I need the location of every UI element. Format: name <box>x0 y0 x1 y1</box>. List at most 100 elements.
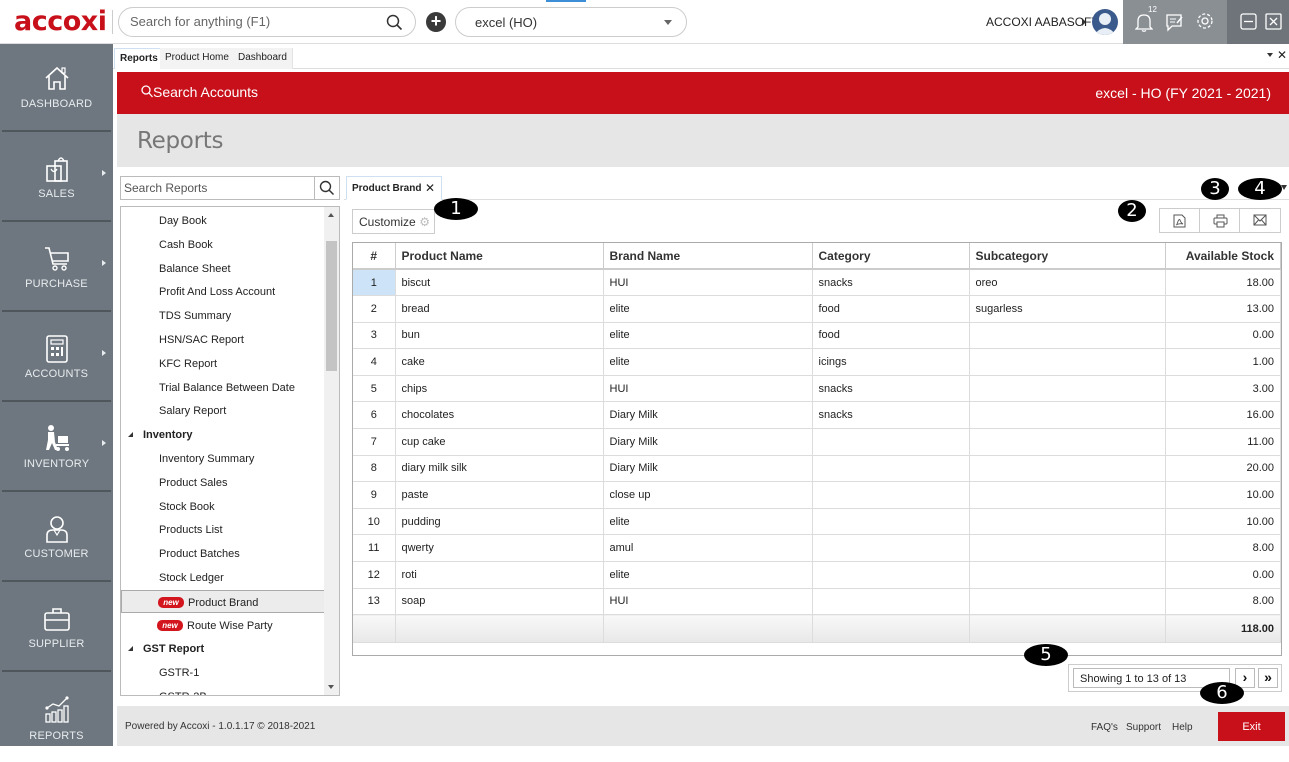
available-stock-cell[interactable]: 13.00 <box>1165 295 1281 323</box>
tree-item[interactable]: Balance Sheet <box>121 257 325 280</box>
tree-scrollbar[interactable] <box>324 207 339 695</box>
table-row[interactable]: 12 roti elite 0.00 <box>353 561 1281 589</box>
add-new-button[interactable]: + <box>426 12 446 32</box>
sidebar-item-supplier[interactable]: SUPPLIER <box>2 584 111 672</box>
available-stock-cell[interactable]: 10.00 <box>1165 481 1281 509</box>
row-index[interactable]: 2 <box>353 295 396 323</box>
brand-name-cell[interactable]: amul <box>603 534 813 563</box>
row-index[interactable]: 3 <box>353 322 396 350</box>
column-header-subcategory[interactable]: Subcategory <box>969 243 1166 270</box>
category-cell[interactable]: snacks <box>812 269 970 297</box>
scroll-thumb[interactable] <box>326 241 337 371</box>
table-row[interactable]: 8 diary milk silk Diary Milk 20.00 <box>353 455 1281 483</box>
category-cell[interactable]: food <box>812 295 970 323</box>
column-header-available-stock[interactable]: Available Stock <box>1165 243 1281 270</box>
product-name-cell[interactable]: chips <box>395 375 604 403</box>
table-row[interactable]: 13 soap HUI 8.00 <box>353 588 1281 616</box>
sidebar-item-purchase[interactable]: PURCHASE <box>2 224 111 312</box>
tree-item[interactable]: GSTR-2B <box>121 685 325 695</box>
brand-name-cell[interactable]: elite <box>603 322 813 350</box>
column-header-brand-name[interactable]: Brand Name <box>603 243 813 270</box>
tree-item[interactable]: Stock Book <box>121 495 325 518</box>
tree-item[interactable]: new Product Brand <box>121 589 325 613</box>
tree-item[interactable]: KFC Report <box>121 352 325 375</box>
available-stock-cell[interactable]: 0.00 <box>1165 561 1281 589</box>
brand-name-cell[interactable]: elite <box>603 561 813 589</box>
table-row[interactable]: 5 chips HUI snacks 3.00 <box>353 375 1281 403</box>
minimize-icon[interactable] <box>1240 13 1257 30</box>
branch-select[interactable]: excel (HO) <box>455 7 687 37</box>
subcategory-cell[interactable] <box>969 348 1166 376</box>
table-row[interactable]: 11 qwerty amul 8.00 <box>353 534 1281 563</box>
sidebar-item-accounts[interactable]: ACCOUNTS <box>2 314 111 402</box>
tree-item[interactable]: Inventory Summary <box>121 447 325 470</box>
tree-item[interactable]: Stock Ledger <box>121 566 325 589</box>
available-stock-cell[interactable]: 1.00 <box>1165 348 1281 376</box>
product-name-cell[interactable]: cake <box>395 348 604 376</box>
row-index[interactable]: 8 <box>353 455 396 483</box>
row-index[interactable]: 7 <box>353 428 396 456</box>
row-index[interactable]: 13 <box>353 588 396 616</box>
tree-item[interactable]: Cash Book <box>121 233 325 256</box>
available-stock-cell[interactable]: 20.00 <box>1165 455 1281 483</box>
sidebar-item-sales[interactable]: SALES <box>2 134 111 222</box>
close-icon[interactable]: ✕ <box>1277 48 1287 62</box>
tree-item[interactable]: Profit And Loss Account <box>121 280 325 303</box>
tab-dashboard[interactable]: Dashboard <box>233 48 293 69</box>
available-stock-cell[interactable]: 8.00 <box>1165 588 1281 616</box>
column-header-index[interactable]: # <box>353 243 396 270</box>
print-button[interactable] <box>1200 209 1240 232</box>
tree-item[interactable]: GSTR-1 <box>121 661 325 684</box>
table-row[interactable]: 4 cake elite icings 1.00 <box>353 348 1281 376</box>
category-cell[interactable]: icings <box>812 348 970 376</box>
sidebar-item-inventory[interactable]: INVENTORY <box>2 404 111 492</box>
tree-item[interactable]: HSN/SAC Report <box>121 328 325 351</box>
subcategory-cell[interactable] <box>969 401 1166 430</box>
product-name-cell[interactable]: bread <box>395 295 604 323</box>
brand-name-cell[interactable]: HUI <box>603 269 813 297</box>
sidebar-item-customer[interactable]: CUSTOMER <box>2 494 111 582</box>
available-stock-cell[interactable]: 8.00 <box>1165 534 1281 563</box>
scroll-down-icon[interactable] <box>328 685 334 689</box>
tree-item[interactable]: Salary Report <box>121 399 325 422</box>
available-stock-cell[interactable]: 18.00 <box>1165 269 1281 297</box>
scroll-up-icon[interactable] <box>328 213 334 217</box>
accoxi-logo[interactable]: accoxi <box>14 6 107 37</box>
subcategory-cell[interactable] <box>969 375 1166 403</box>
report-tab-product-brand[interactable]: Product Brand ✕ <box>346 176 442 200</box>
tree-item[interactable]: Trial Balance Between Date <box>121 376 325 399</box>
export-pdf-button[interactable] <box>1160 209 1200 232</box>
bell-icon[interactable] <box>1135 12 1153 32</box>
subcategory-cell[interactable] <box>969 455 1166 483</box>
search-accounts-link[interactable]: Search Accounts <box>141 84 258 100</box>
row-index[interactable]: 11 <box>353 534 396 563</box>
table-row[interactable]: 2 bread elite food sugarless 13.00 <box>353 295 1281 323</box>
category-cell[interactable] <box>812 561 970 589</box>
message-edit-icon[interactable] <box>1165 12 1185 32</box>
available-stock-cell[interactable]: 0.00 <box>1165 322 1281 350</box>
close-window-icon[interactable] <box>1265 13 1282 30</box>
category-cell[interactable]: food <box>812 322 970 350</box>
subcategory-cell[interactable]: sugarless <box>969 295 1166 323</box>
category-cell[interactable] <box>812 534 970 563</box>
category-cell[interactable] <box>812 428 970 456</box>
subcategory-cell[interactable]: oreo <box>969 269 1166 297</box>
column-header-category[interactable]: Category <box>812 243 970 270</box>
report-search-button[interactable] <box>314 177 339 199</box>
row-index[interactable]: 9 <box>353 481 396 509</box>
sidebar-item-reports[interactable]: REPORTS <box>2 674 111 762</box>
row-index[interactable]: 10 <box>353 508 396 536</box>
brand-name-cell[interactable]: close up <box>603 481 813 509</box>
row-index[interactable]: 1 <box>353 269 396 297</box>
support-link[interactable]: Support <box>1126 722 1161 733</box>
tree-group[interactable]: Inventory <box>121 423 325 446</box>
row-index[interactable]: 5 <box>353 375 396 403</box>
brand-name-cell[interactable]: HUI <box>603 375 813 403</box>
product-name-cell[interactable]: bun <box>395 322 604 350</box>
global-search-input[interactable] <box>130 14 380 29</box>
brand-name-cell[interactable]: Diary Milk <box>603 455 813 483</box>
gear-icon[interactable] <box>1195 11 1215 31</box>
category-cell[interactable] <box>812 481 970 509</box>
subcategory-cell[interactable] <box>969 561 1166 589</box>
category-cell[interactable] <box>812 508 970 536</box>
